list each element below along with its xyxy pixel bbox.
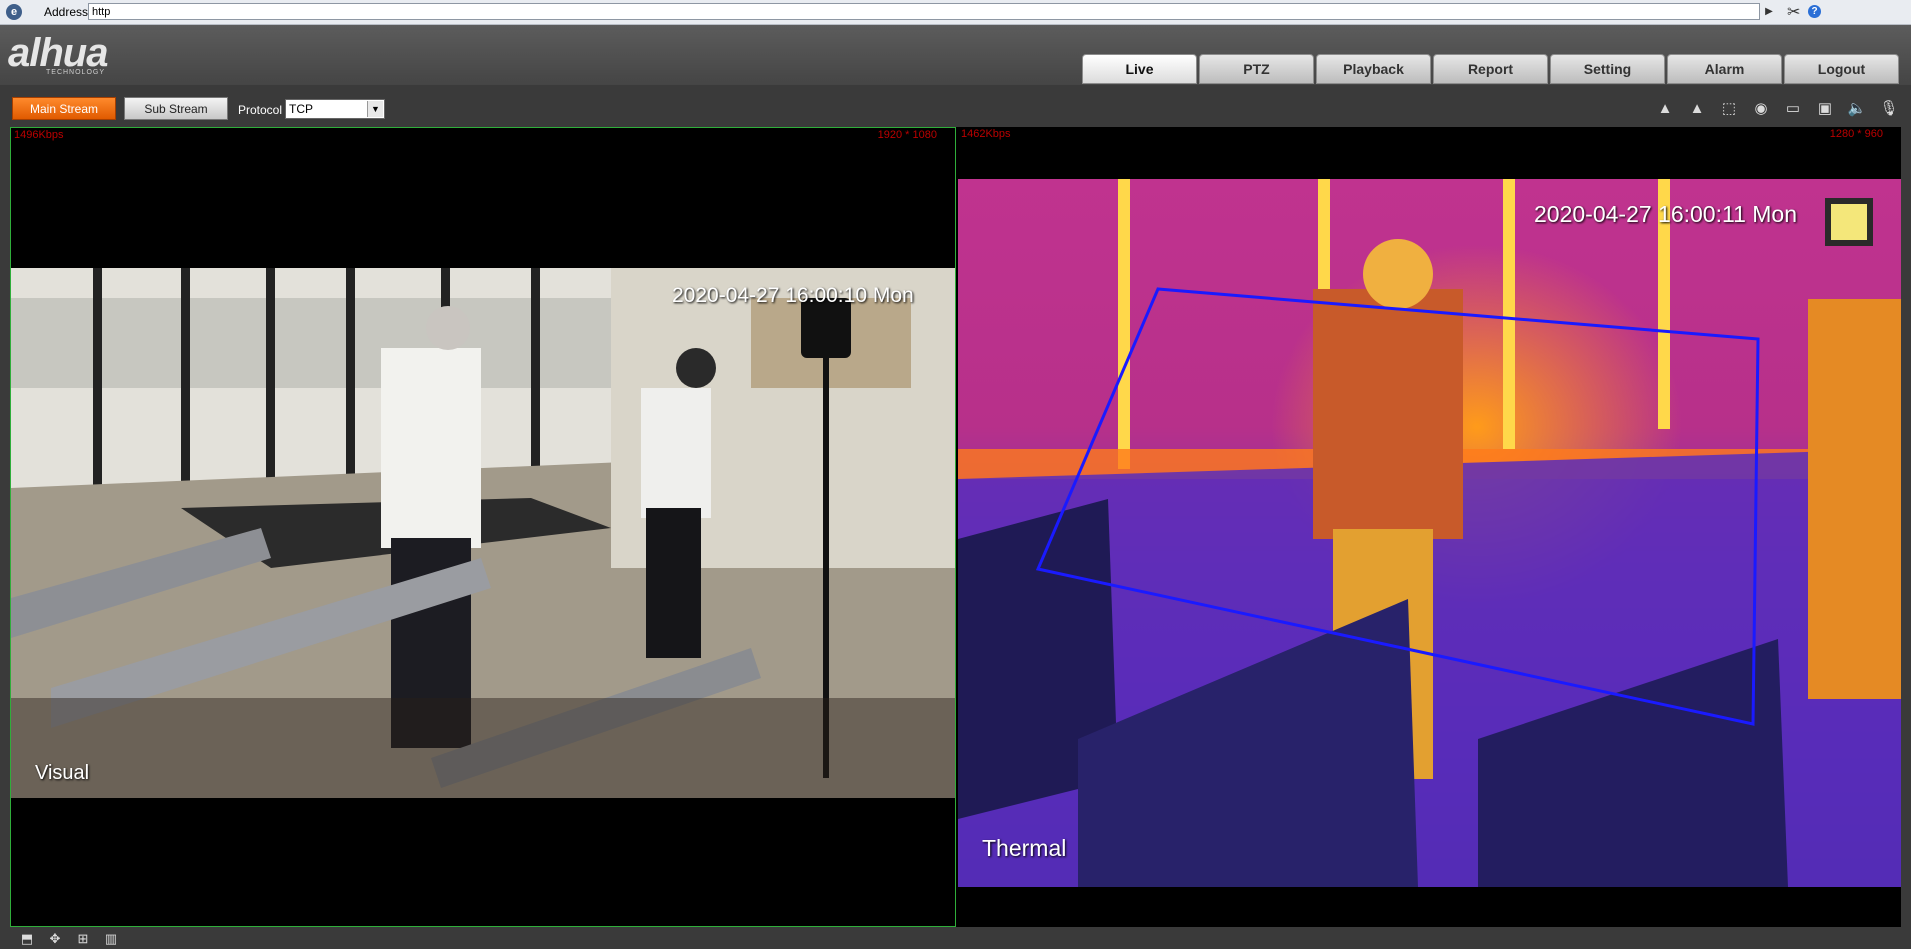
person-2-head xyxy=(676,348,716,388)
zoom-region-icon[interactable]: ⬚ xyxy=(1717,97,1741,119)
alarm-out-1-icon[interactable]: ▲ xyxy=(1653,97,1677,119)
volume-icon[interactable]: 🔈 xyxy=(1845,97,1869,119)
tab-playback[interactable]: Playback xyxy=(1316,54,1431,84)
main-nav: Live PTZ Playback Report Setting Alarm L… xyxy=(1082,54,1899,84)
go-arrow-icon[interactable]: ▶ xyxy=(1762,3,1776,20)
chevron-down-icon[interactable]: ▼ xyxy=(367,101,383,117)
address-input[interactable] xyxy=(88,3,1760,20)
bitrate-right: 1462Kbps xyxy=(961,128,1011,140)
help-icon[interactable]: ? xyxy=(1808,5,1821,18)
protocol-value: TCP xyxy=(289,102,313,116)
tools-icon[interactable]: ✂ xyxy=(1787,2,1800,22)
bitrate-left: 1496Kbps xyxy=(14,129,64,141)
protocol-select[interactable]: TCP ▼ xyxy=(285,99,385,119)
person-2-shirt xyxy=(641,388,711,518)
camera-label-thermal: Thermal xyxy=(982,835,1067,861)
blackbody-icon xyxy=(1825,198,1873,246)
layout-grid-icon[interactable]: ⊞ xyxy=(72,930,94,947)
person-2-trousers xyxy=(646,508,701,658)
main-stream-button[interactable]: Main Stream xyxy=(12,97,116,120)
door-frame-1 xyxy=(93,268,102,498)
resolution-left: 1920 * 1080 xyxy=(877,129,937,141)
outside-road xyxy=(11,298,651,388)
person-thermal-body xyxy=(1313,289,1463,539)
record-icon[interactable]: ▭ xyxy=(1781,97,1805,119)
browser-icon: e xyxy=(6,4,22,20)
door-frame-4 xyxy=(346,268,355,503)
thermal-scene xyxy=(958,179,1901,887)
address-bar: e Address: ▶ ✂ ? xyxy=(0,0,1911,25)
visual-video-frame: 2020-04-27 16:00:10 Mon Visual xyxy=(11,268,955,798)
snapshot-icon[interactable]: ◉ xyxy=(1749,97,1773,119)
door-frame-6 xyxy=(531,268,540,493)
protocol-label: Protocol xyxy=(238,103,283,117)
timestamp-thermal: 2020-04-27 16:00:11 Mon xyxy=(1534,201,1797,227)
layout-ptz-icon[interactable]: ✥ xyxy=(44,930,66,947)
tab-report[interactable]: Report xyxy=(1433,54,1548,84)
tab-logout[interactable]: Logout xyxy=(1784,54,1899,84)
door-frame-3 xyxy=(266,268,275,508)
thermal-video-frame: 2020-04-27 16:00:11 Mon Thermal xyxy=(958,179,1901,887)
hot-door-frame-3 xyxy=(1503,179,1515,449)
brand-sub: TECHNOLOGY xyxy=(46,69,106,76)
video-pane-visual[interactable]: 1496Kbps 1920 * 1080 2020-04-27 16:00:10… xyxy=(10,127,956,927)
video-pane-thermal[interactable]: 1462Kbps 1280 * 960 2020-04-27 16:00:11 … xyxy=(958,127,1901,927)
microphone-icon[interactable]: 🎙 xyxy=(1877,97,1901,119)
floor-shadow xyxy=(11,698,955,798)
layout-icons: ⬒ ✥ ⊞ ▥ xyxy=(16,930,122,947)
timestamp-visual: 2020-04-27 16:00:10 Mon xyxy=(672,284,914,307)
tab-ptz[interactable]: PTZ xyxy=(1199,54,1314,84)
tab-setting[interactable]: Setting xyxy=(1550,54,1665,84)
door-frame-2 xyxy=(181,268,190,503)
live-toolbar: Main Stream Sub Stream Protocol TCP ▼ ▲ … xyxy=(0,85,1911,125)
camera-label-visual: Visual xyxy=(35,762,90,784)
person-1-head xyxy=(426,306,470,350)
resolution-right: 1280 * 960 xyxy=(1829,128,1883,140)
tab-alarm[interactable]: Alarm xyxy=(1667,54,1782,84)
alarm-out-2-icon[interactable]: ▲ xyxy=(1685,97,1709,119)
layout-1-icon[interactable]: ⬒ xyxy=(16,930,38,947)
hot-door-frame-1 xyxy=(1118,179,1130,469)
app-header: alhua TECHNOLOGY Live PTZ Playback Repor… xyxy=(0,25,1911,85)
bottom-bar: ⬒ ✥ ⊞ ▥ xyxy=(0,928,1911,949)
stats-icon[interactable]: ▥ xyxy=(100,930,122,947)
person-thermal-head xyxy=(1363,239,1433,309)
address-label: Address: xyxy=(44,5,92,19)
tab-live[interactable]: Live xyxy=(1082,54,1197,84)
tool-icons: ▲ ▲ ⬚ ◉ ▭ ▣ 🔈 🎙 xyxy=(1653,97,1901,119)
sub-stream-button[interactable]: Sub Stream xyxy=(124,97,228,120)
person-1-shirt xyxy=(381,348,481,548)
person-thermal-right xyxy=(1808,299,1901,699)
video-clip-icon[interactable]: ▣ xyxy=(1813,97,1837,119)
visual-scene xyxy=(11,268,955,798)
video-area: 1496Kbps 1920 * 1080 2020-04-27 16:00:10… xyxy=(10,127,1901,927)
